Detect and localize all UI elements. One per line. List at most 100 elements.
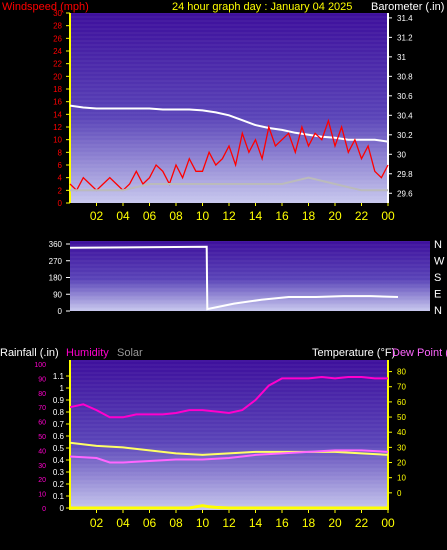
time-tick-label: 14 — [249, 209, 263, 223]
temperature-axis-label: Temperature (°F) — [312, 347, 395, 359]
direction-tick-label: 0 — [58, 307, 63, 316]
temperature-tick-label: 30 — [397, 443, 406, 452]
rainfall-tick-label: 1.1 — [53, 372, 65, 381]
windspeed-tick-label: 24 — [53, 47, 62, 56]
windspeed-tick-label: 28 — [53, 22, 62, 31]
windspeed-tick-label: 0 — [58, 199, 63, 208]
barometer-tick-label: 30.4 — [397, 111, 413, 120]
direction-tick-label: 360 — [49, 240, 63, 249]
windspeed-tick-label: 12 — [53, 123, 62, 132]
chart-title: 24 hour graph day : January 04 2025 — [172, 1, 352, 13]
rainfall-tick-label: 0.6 — [53, 432, 65, 441]
humidity-tick-label: 60 — [38, 420, 46, 427]
time-tick-label: 06 — [143, 209, 157, 223]
rainfall-tick-label: 1 — [60, 384, 65, 393]
barometer-tick-label: 30.8 — [397, 72, 413, 81]
barometer-tick-label: 30.2 — [397, 131, 413, 140]
rainfall-tick-label: 0.9 — [53, 396, 65, 405]
windspeed-tick-label: 30 — [53, 9, 62, 18]
rainfall-tick-label: 0 — [60, 504, 65, 513]
barometer-tick-label: 31.2 — [397, 33, 413, 42]
temperature-tick-label: 50 — [397, 413, 406, 422]
temperature-tick-label: 40 — [397, 428, 406, 437]
compass-letter: E — [434, 289, 441, 301]
humidity-tick-label: 30 — [38, 463, 46, 470]
compass-letter: S — [434, 272, 441, 284]
dewpoint-axis-label: Dew Point ( — [392, 347, 447, 359]
rainfall-tick-label: 0.3 — [53, 468, 65, 477]
temperature-tick-label: 70 — [397, 383, 406, 392]
windspeed-tick-label: 20 — [53, 72, 62, 81]
time-tick-label: 18 — [302, 516, 316, 530]
barometer-axis-label: Barometer (.in) — [371, 1, 444, 13]
solar-legend-label: Solar — [117, 347, 143, 359]
windspeed-tick-label: 26 — [53, 34, 62, 43]
time-tick-label: 00 — [381, 516, 395, 530]
rainfall-tick-label: 0.8 — [53, 408, 65, 417]
time-tick-label: 14 — [249, 516, 263, 530]
rainfall-tick-label: 0.1 — [53, 492, 65, 501]
humidity-tick-label: 20 — [38, 477, 46, 484]
temperature-tick-label: 60 — [397, 398, 406, 407]
humidity-tick-label: 90 — [38, 376, 46, 383]
windspeed-tick-label: 22 — [53, 60, 62, 69]
windspeed-tick-label: 6 — [58, 161, 63, 170]
humidity-tick-label: 10 — [38, 492, 46, 499]
barometer-tick-label: 30 — [397, 150, 406, 159]
time-tick-label: 02 — [90, 516, 104, 530]
rainfall-tick-label: 0.4 — [53, 456, 65, 465]
time-tick-label: 08 — [169, 209, 183, 223]
time-tick-label: 08 — [169, 516, 183, 530]
humidity-tick-label: 0 — [42, 506, 46, 513]
windspeed-tick-label: 4 — [58, 174, 63, 183]
direction-tick-label: 90 — [53, 290, 62, 299]
time-tick-label: 20 — [328, 209, 342, 223]
barometer-tick-label: 30.6 — [397, 92, 413, 101]
time-tick-label: 10 — [196, 209, 210, 223]
time-tick-label: 12 — [222, 516, 236, 530]
rainfall-axis-label: Rainfall (.in) — [0, 347, 59, 359]
humidity-tick-label: 100 — [34, 362, 46, 369]
barometer-tick-label: 31 — [397, 53, 406, 62]
windspeed-tick-label: 2 — [58, 186, 63, 195]
time-tick-label: 00 — [381, 209, 395, 223]
time-tick-label: 16 — [275, 209, 289, 223]
direction-compass-labels: NWSEN — [434, 239, 445, 317]
barometer-tick-label: 29.6 — [397, 189, 413, 198]
windspeed-axis-label: Windspeed (mph) — [2, 1, 89, 13]
panel-temp-humidity — [69, 360, 389, 510]
direction-tick-label: 180 — [49, 274, 63, 283]
time-tick-label: 22 — [355, 516, 369, 530]
humidity-tick-label: 50 — [38, 434, 46, 441]
barometer-tick-label: 31.4 — [397, 14, 413, 23]
windspeed-tick-label: 16 — [53, 98, 62, 107]
temperature-tick-label: 80 — [397, 368, 406, 377]
compass-letter: W — [434, 256, 445, 268]
rainfall-tick-label: 0.7 — [53, 420, 65, 429]
direction-tick-label: 270 — [49, 257, 63, 266]
time-tick-label: 10 — [196, 516, 210, 530]
time-tick-label: 06 — [143, 516, 157, 530]
temperature-tick-label: 20 — [397, 459, 406, 468]
windspeed-tick-label: 14 — [53, 110, 62, 119]
time-tick-label: 22 — [355, 209, 369, 223]
rainfall-tick-label: 0.2 — [53, 480, 65, 489]
windspeed-tick-label: 8 — [58, 148, 63, 157]
weather-graph: Windspeed (mph) 24 hour graph day : Janu… — [0, 1, 447, 530]
humidity-tick-label: 40 — [38, 448, 46, 455]
windspeed-tick-label: 18 — [53, 85, 62, 94]
rainfall-tick-label: 0.5 — [53, 444, 65, 453]
humidity-legend-label: Humidity — [66, 347, 109, 359]
compass-letter: N — [434, 239, 442, 251]
time-tick-label: 04 — [116, 516, 130, 530]
barometer-tick-label: 29.8 — [397, 170, 413, 179]
compass-letter: N — [434, 305, 442, 317]
windspeed-tick-label: 10 — [53, 136, 62, 145]
temperature-tick-label: 10 — [397, 474, 406, 483]
time-tick-label: 16 — [275, 516, 289, 530]
humidity-tick-label: 70 — [38, 405, 46, 412]
time-tick-label: 20 — [328, 516, 342, 530]
time-tick-label: 12 — [222, 209, 236, 223]
temperature-tick-label: 0 — [397, 489, 402, 498]
time-tick-label: 02 — [90, 209, 104, 223]
